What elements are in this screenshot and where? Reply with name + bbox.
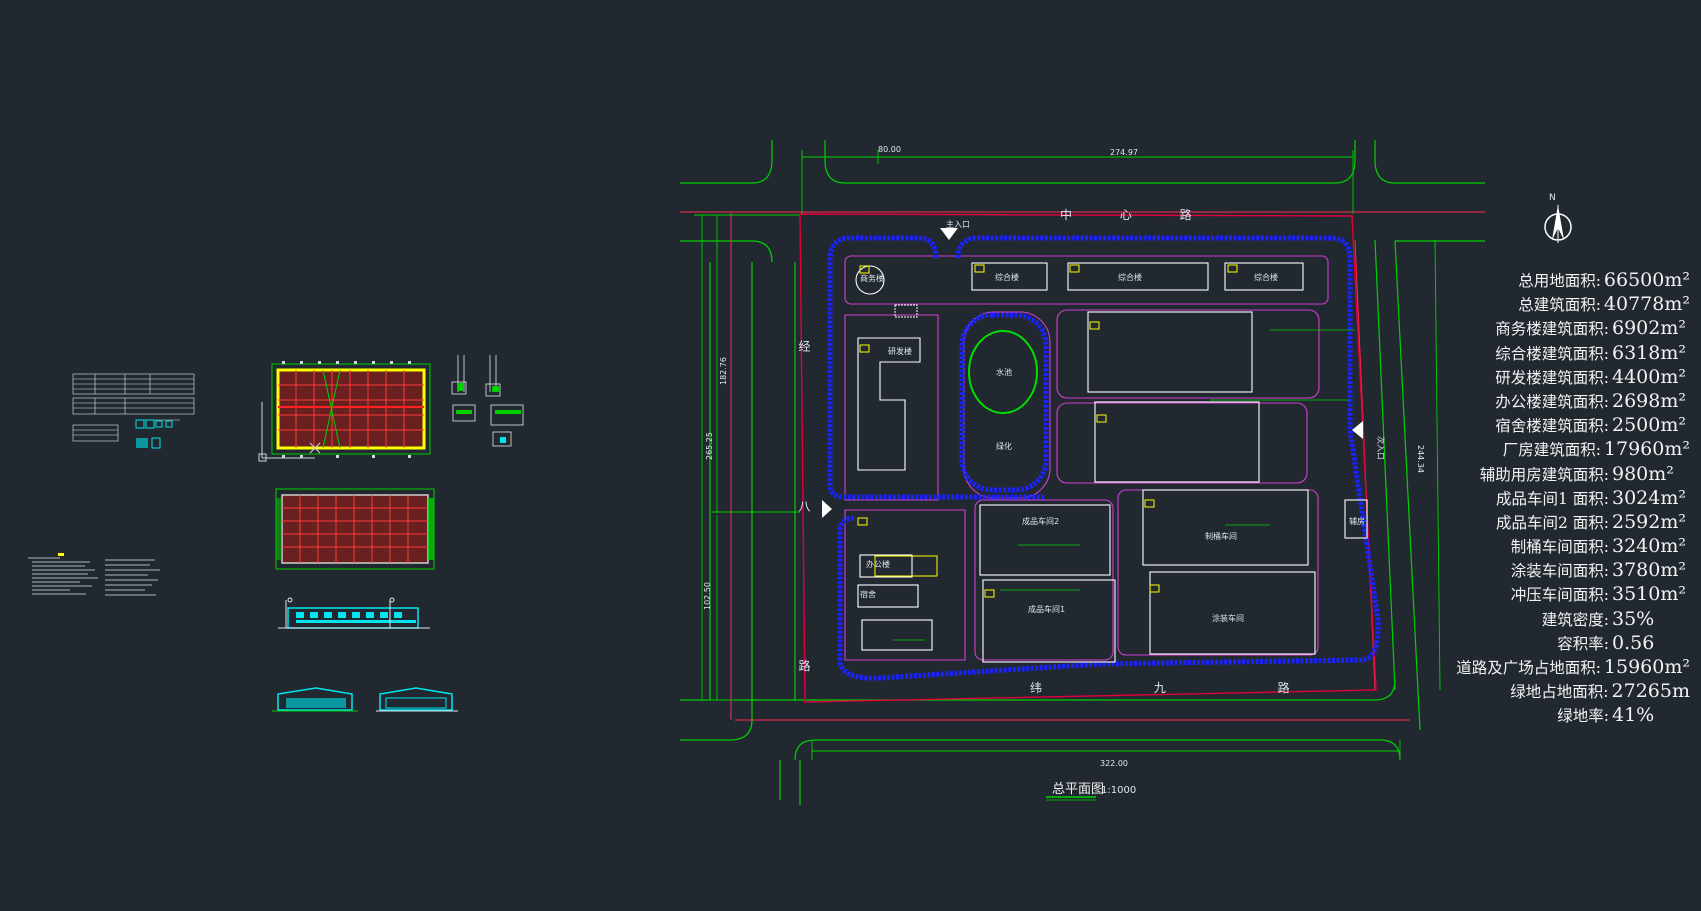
stat-row: 道路及广场占地面积: 15960m² (1456, 656, 1690, 678)
thumbnail-notes (28, 553, 160, 596)
stat-row: 冲压车间面积: 3510m² (1510, 583, 1686, 606)
thumbnail-roof-plan (258, 361, 431, 462)
thumbnail-sheets (28, 355, 524, 712)
thumbnail-sections (272, 687, 458, 712)
stat-row: 宿舍楼建筑面积: 2500m² (1495, 414, 1686, 437)
site-statistics: 总用地面积: 66500m² 总建筑面积: 40778m² 商务楼建筑面积: 6902… (1440, 268, 1690, 728)
stat-row: 绿地占地面积: 27265m (1510, 680, 1690, 703)
plan-scale: 1:1000 (1101, 785, 1136, 796)
label-zonghe-1: 综合楼 (995, 272, 1019, 282)
site-plan (680, 140, 1572, 805)
building-workshop-mid (1094, 401, 1260, 483)
label-bangong: 办公楼 (866, 559, 890, 569)
stat-row: 总用地面积: 66500m² (1518, 269, 1690, 291)
stat-row: 厂房建筑面积: 17960m² (1502, 438, 1690, 461)
stat-row: 成品车间2 面积: 2592m² (1495, 510, 1686, 533)
label-chengpin-1: 成品车间1 (1028, 604, 1065, 614)
thumbnail-elevation (278, 597, 430, 629)
plan-title: 总平面图 (1052, 782, 1104, 797)
thumbnail-details (451, 355, 524, 447)
north-arrow-icon (1544, 205, 1572, 243)
road-name-top: 中 心 路 (1060, 207, 1214, 222)
stat-row: 研发楼建筑面积: 4400m² (1495, 365, 1686, 388)
stat-row: 成品车间1 面积: 3024m² (1495, 486, 1686, 509)
label-yanfa: 研发楼 (888, 346, 912, 356)
stat-row: 绿地率: 41% (1557, 704, 1655, 727)
label-fufang: 辅房 (1349, 516, 1365, 526)
label-pond: 水池 (996, 367, 1012, 377)
stat-row: 辅助用房建筑面积: 980m² (1479, 462, 1674, 485)
building-workshop-top (1087, 311, 1253, 393)
label-zonghe-3: 综合楼 (1254, 272, 1278, 282)
road-name-left: 经 八 路 (797, 340, 811, 744)
entrance-main-label: 主入口 (946, 219, 970, 229)
building-tuzhuang (1149, 571, 1316, 655)
label-zhitong: 制桶车间 (1205, 531, 1237, 541)
building-chengpin-2 (979, 504, 1111, 576)
label-greenery: 绿化 (996, 441, 1012, 451)
dim-bottom-main: 322.00 (1100, 759, 1128, 768)
label-shangwu: 商务楼 (860, 273, 884, 283)
stat-row: 办公楼建筑面积: 2698m² (1495, 389, 1686, 412)
north-label: N (1549, 193, 1556, 203)
thumbnail-tables (72, 373, 195, 442)
site-boundary (799, 213, 1377, 703)
stat-row: 制桶车间面积: 3240m² (1510, 535, 1686, 558)
building-zonghe-small (861, 619, 933, 651)
entrance-side-label: 次入口 (1376, 436, 1386, 460)
stat-row: 容积率: 0.56 (1557, 631, 1655, 654)
buildings (855, 262, 1368, 663)
stat-row: 建筑密度: 35% (1541, 607, 1655, 630)
dim-right: 244.34 (1416, 445, 1425, 473)
dim-top-left: 80.00 (878, 145, 901, 154)
dim-left-full: 265.25 (705, 432, 714, 460)
plan-title-block: 总平面图 1:1000 (1046, 782, 1136, 801)
road-name-bottom: 纬 九 路 (1030, 680, 1344, 695)
label-chengpin-2: 成品车间2 (1022, 516, 1059, 526)
stat-row: 涂装车间面积: 3780m² (1510, 559, 1686, 582)
building-zhitong (1142, 489, 1309, 566)
label-sushe: 宿舍 (860, 589, 876, 599)
stat-row: 商务楼建筑面积: 6902m² (1495, 317, 1686, 340)
dim-top-main: 274.97 (1110, 148, 1138, 157)
building-yanfa (857, 337, 921, 471)
dim-left-lower: 102.50 (703, 582, 712, 610)
entrance-arrows (822, 228, 1363, 518)
building-chengpin-1 (982, 579, 1116, 663)
thumbnail-floor-plan (275, 488, 435, 570)
stat-row: 综合楼建筑面积: 6318m² (1495, 341, 1686, 364)
thumbnail-blocks (135, 419, 173, 449)
dim-left-upper: 182.76 (719, 357, 728, 385)
label-tuzhuang: 涂装车间 (1212, 613, 1244, 623)
stat-row: 总建筑面积: 40778m² (1518, 293, 1690, 316)
label-zonghe-2: 综合楼 (1118, 272, 1142, 282)
